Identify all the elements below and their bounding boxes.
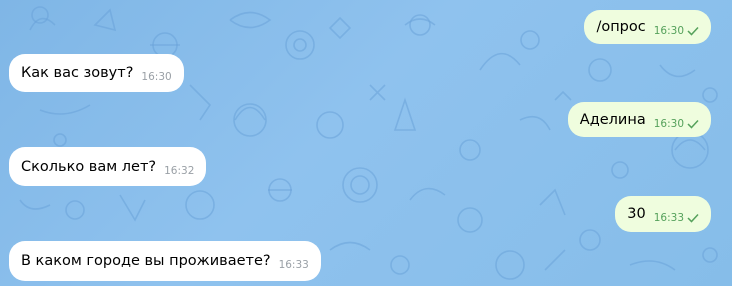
message-time: 16:30 [653,25,684,37]
message-text: 30 [627,206,646,222]
message-time: 16:30 [141,71,172,83]
message-text: Как вас зовут? [21,65,134,81]
check-icon [687,119,699,129]
message-outgoing[interactable]: Аделина 16:30 [567,102,711,137]
message-time: 16:32 [164,164,195,177]
message-time: 16:33 [653,212,684,224]
message-text: Сколько вам лет? [21,158,157,175]
check-icon [687,213,699,223]
message-outgoing[interactable]: 30 16:33 [615,196,711,232]
message-text: /опрос [596,19,646,35]
message-incoming[interactable]: Как вас зовут? 16:30 [9,54,184,92]
message-text: Аделина [579,111,646,128]
message-time: 16:33 [278,259,309,271]
message-incoming[interactable]: В каком городе вы проживаете? 16:33 [9,241,321,281]
message-outgoing[interactable]: /опрос 16:30 [584,10,711,44]
message-time: 16:30 [653,117,684,130]
check-icon [687,26,699,36]
message-incoming[interactable]: Сколько вам лет? 16:32 [9,147,207,186]
message-text: В каком городе вы проживаете? [21,253,271,269]
